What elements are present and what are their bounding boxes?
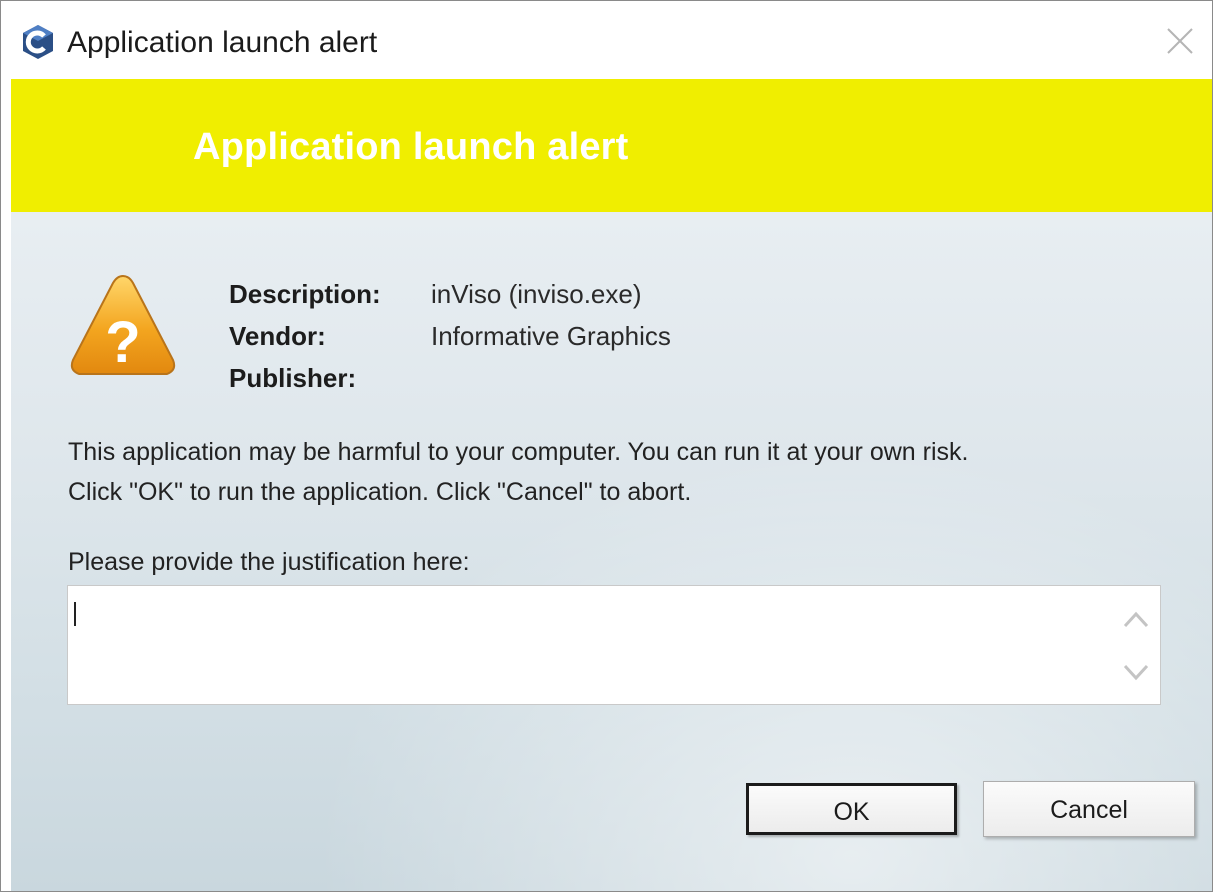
text-caret (74, 602, 76, 626)
vendor-label: Vendor: (229, 321, 326, 351)
dialog-body: ? Description: inViso (inviso.exe) Vendo… (11, 212, 1212, 891)
banner-heading: Application launch alert (193, 126, 629, 168)
app-logo-icon (23, 25, 53, 59)
chevron-up-icon[interactable] (1120, 606, 1152, 634)
alert-banner: Application launch alert (11, 79, 1212, 212)
description-value: inViso (inviso.exe) (431, 279, 642, 309)
alert-dialog: Application launch alert Application lau… (0, 0, 1213, 892)
warning-message: This application may be harmful to your … (68, 432, 968, 512)
warning-message-line-2: Click "OK" to run the application. Click… (68, 478, 692, 506)
chevron-down-icon[interactable] (1120, 658, 1152, 686)
close-icon[interactable] (1162, 23, 1198, 59)
description-label: Description: (229, 279, 381, 309)
vendor-value: Informative Graphics (431, 321, 671, 351)
svg-text:?: ? (105, 310, 140, 375)
cancel-button[interactable]: Cancel (983, 781, 1195, 837)
justification-label: Please provide the justification here: (68, 548, 470, 576)
justification-input[interactable] (67, 585, 1161, 705)
publisher-label: Publisher: (229, 363, 357, 393)
ok-button[interactable]: OK (746, 783, 957, 835)
warning-message-line-1: This application may be harmful to your … (68, 438, 969, 466)
title-bar[interactable]: Application launch alert (1, 1, 1212, 77)
window-title: Application launch alert (67, 26, 378, 59)
warning-question-icon: ? (70, 274, 176, 375)
